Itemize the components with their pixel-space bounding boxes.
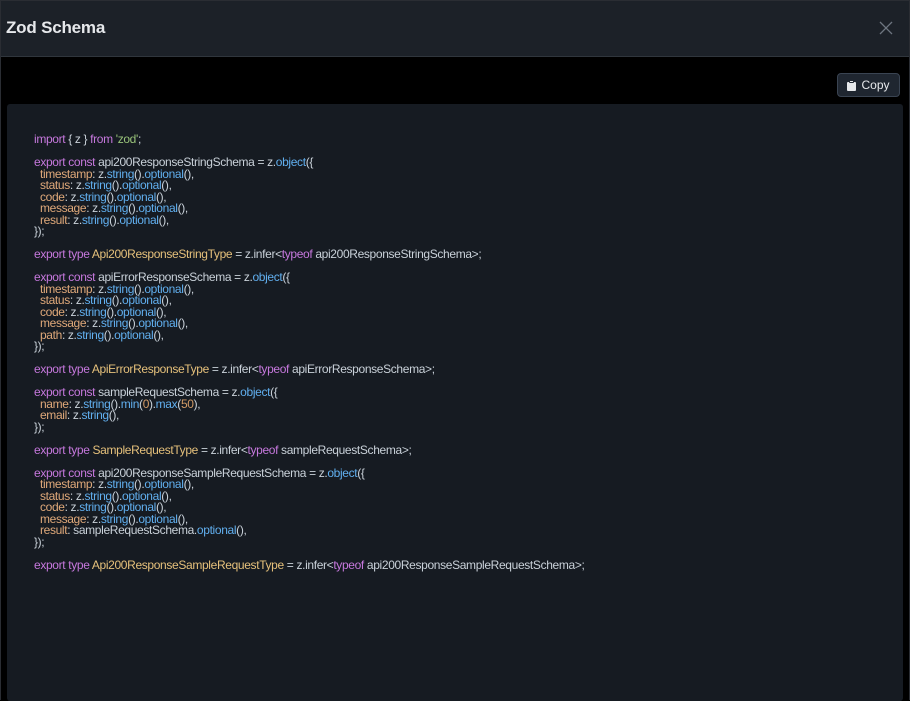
code-panel[interactable]: import { z } from 'zod';​export const ap… <box>7 104 903 701</box>
code-line: import { z } from 'zod'; <box>34 132 584 146</box>
code-line: email: z.string(), <box>34 408 584 422</box>
code-line: export type Api200ResponseStringType = z… <box>34 247 584 261</box>
code-token: : z. <box>67 212 82 227</box>
code-token: }); <box>34 224 45 238</box>
code-token: (), <box>177 316 189 330</box>
code-token: string <box>76 327 105 342</box>
code-token: = z.infer< <box>232 247 282 261</box>
code-line: }); <box>34 534 584 549</box>
code-line: }); <box>34 339 584 353</box>
code-token: string <box>81 408 110 422</box>
code-token: from <box>90 132 113 146</box>
code-token: ; <box>137 132 141 146</box>
code-line: }); <box>34 224 584 238</box>
code-line: export type Api200ResponseSampleRequestT… <box>34 557 585 572</box>
code-token: object <box>252 270 283 284</box>
code-token: = z.infer< <box>208 362 259 376</box>
code-token: 'zod' <box>115 132 139 146</box>
code-token: optional <box>119 212 159 227</box>
code-block[interactable]: import { z } from 'zod';​export const ap… <box>34 132 585 572</box>
code-token: = z.infer< <box>283 557 334 572</box>
code-token: import <box>34 132 66 146</box>
code-token: (), <box>236 523 247 537</box>
code-line: result: sampleRequestSchema.optional(), <box>34 523 584 537</box>
code-line: path: z.string().optional(), <box>34 327 584 342</box>
code-token: Api200ResponseStringType <box>91 247 233 261</box>
code-token: apiErrorResponseSchema>; <box>289 362 435 376</box>
code-token: (). <box>103 327 115 342</box>
code-token: object <box>240 385 271 399</box>
code-token: }); <box>34 534 45 549</box>
code-token: { z } <box>65 132 91 146</box>
code-token: }); <box>34 419 45 434</box>
code-token: sampleRequestSchema>; <box>278 442 412 457</box>
code-token: export type <box>34 442 90 457</box>
code-token: ApiErrorResponseType <box>91 362 209 376</box>
modal-header: Zod Schema <box>1 1 909 57</box>
code-token: }); <box>34 339 45 353</box>
code-token: (), <box>158 212 170 227</box>
code-token: ({ <box>357 465 365 480</box>
code-token: SampleRequestType <box>92 442 199 457</box>
code-token: string <box>81 212 110 227</box>
close-button[interactable] <box>873 15 899 41</box>
modal-title: Zod Schema <box>6 18 106 37</box>
code-token: max <box>155 396 178 411</box>
code-token: api200ResponseStringSchema>; <box>312 247 482 261</box>
code-token: ), <box>193 396 201 411</box>
code-token: export type <box>34 557 90 572</box>
code-token: object <box>327 465 358 480</box>
code-token: api200ResponseSampleRequestSchema>; <box>363 557 585 572</box>
code-token: ({ <box>270 385 278 399</box>
code-token: optional <box>114 327 154 342</box>
code-token: typeof <box>258 362 290 376</box>
code-token: : z. <box>66 408 82 422</box>
code-token: typeof <box>247 442 279 457</box>
code-token: = z.infer< <box>197 442 248 457</box>
code-line: export type ApiErrorResponseType = z.inf… <box>34 362 584 376</box>
clipboard-icon <box>847 79 857 91</box>
code-line: export type SampleRequestType = z.infer<… <box>34 442 584 457</box>
code-token: (), <box>153 327 164 342</box>
code-token: optional <box>196 523 237 537</box>
modal-body: Copy import { z } from 'zod';​export con… <box>1 57 909 701</box>
code-token: 50 <box>180 396 194 411</box>
code-token: min <box>120 396 140 411</box>
zod-schema-modal: Zod Schema Copy import { z } from 'zod';… <box>0 0 910 701</box>
code-token: (), <box>183 166 195 181</box>
code-line: }); <box>34 419 584 434</box>
code-token: typeof <box>333 557 364 572</box>
copy-button[interactable]: Copy <box>837 73 900 97</box>
code-token: (), <box>108 408 120 422</box>
code-token: (), <box>183 477 195 491</box>
code-line: result: z.string().optional(), <box>34 212 584 227</box>
close-icon <box>879 21 893 35</box>
code-token: ). <box>149 396 156 411</box>
code-token: export type <box>34 247 90 261</box>
code-token: (). <box>109 212 120 227</box>
code-token: (), <box>177 201 189 215</box>
code-token: (), <box>183 281 195 296</box>
code-token: ({ <box>305 155 314 169</box>
code-token: : z. <box>61 327 77 342</box>
code-token: : sampleRequestSchema. <box>67 523 197 537</box>
code-token: export type <box>34 362 90 376</box>
code-token: typeof <box>281 247 313 261</box>
copy-button-label: Copy <box>861 78 890 92</box>
code-token: ({ <box>282 270 290 284</box>
code-token: object <box>275 155 306 169</box>
code-token: Api200ResponseSampleRequestType <box>91 557 284 572</box>
